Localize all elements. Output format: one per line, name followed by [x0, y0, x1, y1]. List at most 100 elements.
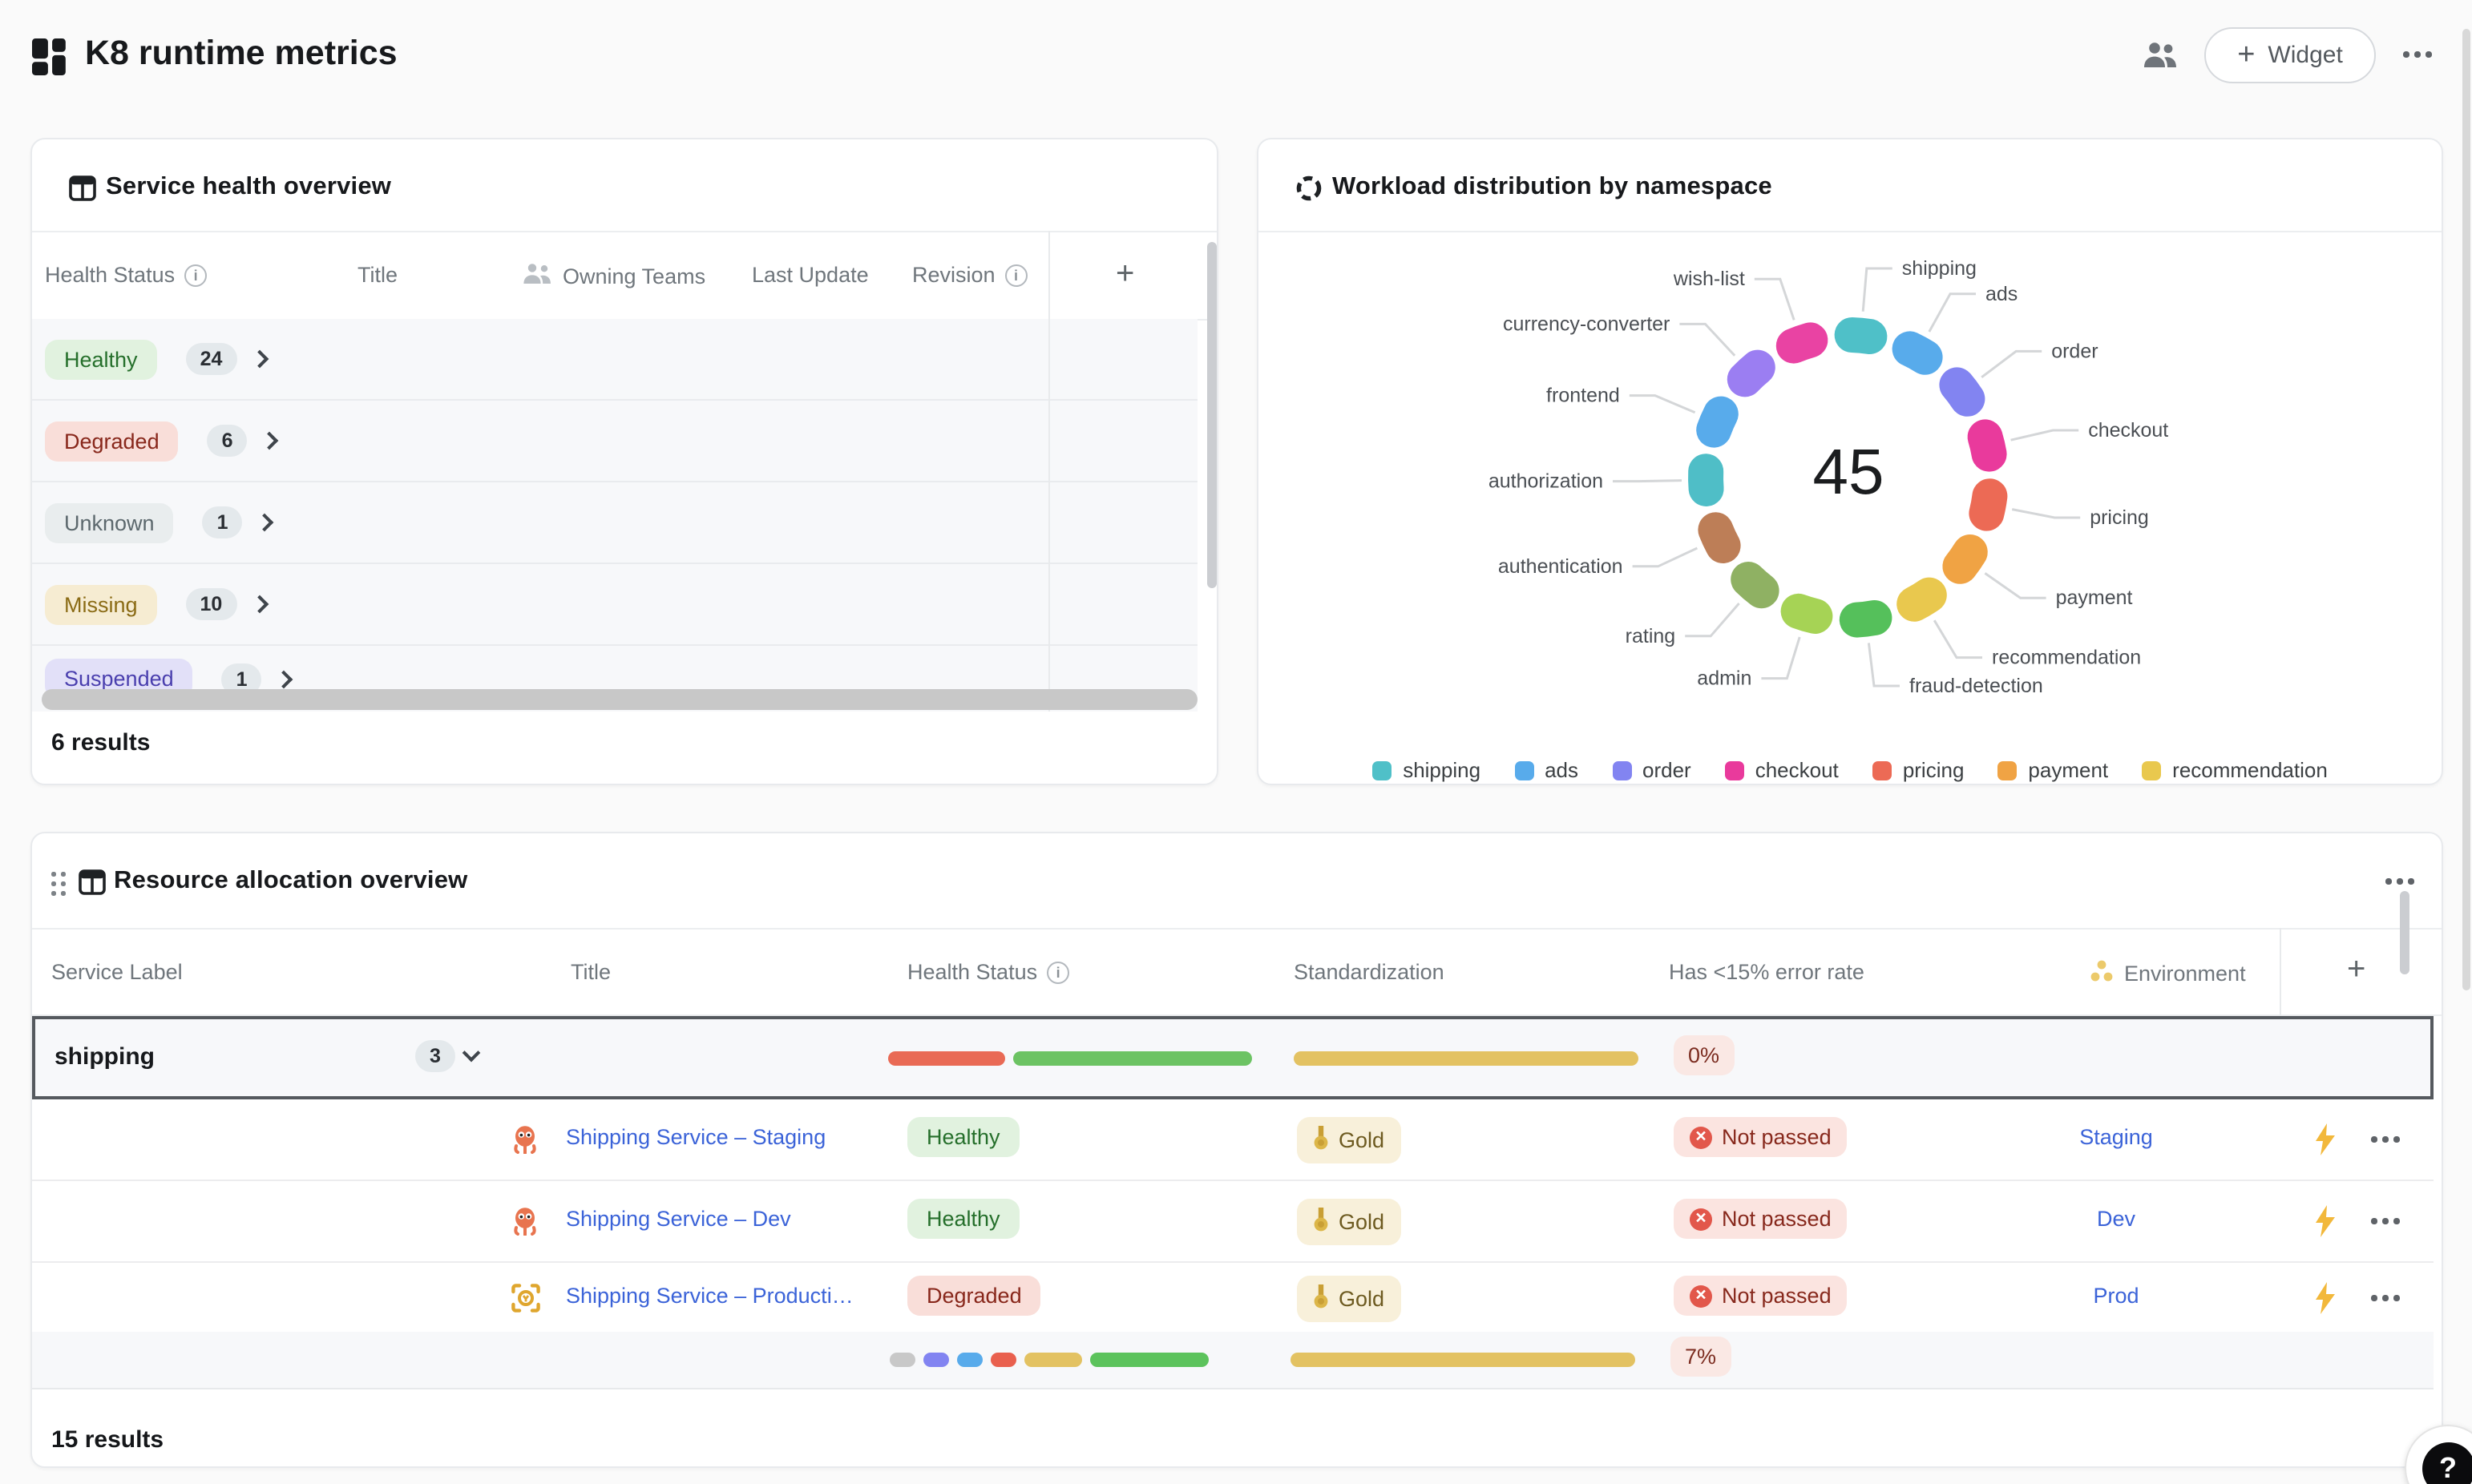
status-badge: Missing: [45, 584, 157, 624]
error-badge: ✕ Not passed: [1674, 1117, 1848, 1157]
col-environment[interactable]: Environment: [2090, 960, 2246, 987]
add-column-button[interactable]: +: [1116, 256, 1134, 293]
col-title[interactable]: Title: [571, 960, 611, 984]
donut-label-shipping: shipping: [1902, 257, 1977, 280]
vertical-scrollbar-thumb[interactable]: [2400, 891, 2409, 974]
col-title[interactable]: Title: [357, 263, 398, 287]
col-last-update[interactable]: Last Update: [752, 263, 869, 287]
legend-item-shipping[interactable]: shipping: [1372, 758, 1480, 782]
col-error-rate[interactable]: Has <15% error rate: [1669, 960, 1864, 984]
group-count-badge[interactable]: 3: [415, 1040, 455, 1072]
row-overflow-menu[interactable]: [2371, 1295, 2399, 1301]
donut-segment-order[interactable]: [1957, 385, 1967, 398]
environment-link[interactable]: Dev: [2020, 1207, 2212, 1231]
drag-handle-icon[interactable]: [51, 872, 65, 895]
page-scrollbar-thumb[interactable]: [2462, 29, 2470, 990]
info-icon[interactable]: i: [1047, 961, 1069, 983]
label-leader-line: [1630, 396, 1695, 413]
group-row-shipping[interactable]: shipping 3 0%: [32, 1016, 2434, 1099]
donut-segment-frontend[interactable]: [1714, 414, 1721, 430]
service-row-production[interactable]: Shipping Service – Producti… Degraded Go…: [32, 1263, 2434, 1332]
error-badge: ✕ Not passed: [1674, 1276, 1848, 1316]
donut-segment-ads[interactable]: [1910, 349, 1925, 357]
donut-segment-checkout[interactable]: [1985, 437, 1989, 454]
donut-segment-fraud-detection[interactable]: [1857, 618, 1875, 620]
horizontal-scrollbar-thumb[interactable]: [42, 689, 1198, 710]
share-users-icon[interactable]: [2143, 42, 2179, 77]
add-column-button[interactable]: +: [2347, 952, 2365, 989]
donut-segment-recommendation[interactable]: [1914, 595, 1929, 604]
count-badge[interactable]: 10: [186, 588, 237, 620]
lightning-icon[interactable]: [2313, 1282, 2337, 1322]
table-row-degraded[interactable]: Degraded 6: [32, 401, 1198, 482]
table-row-unknown[interactable]: Unknown 1: [32, 482, 1198, 564]
environment-link[interactable]: Staging: [2020, 1125, 2212, 1149]
service-link[interactable]: Shipping Service – Staging: [566, 1125, 826, 1149]
count-badge[interactable]: 6: [208, 425, 248, 457]
page-overflow-menu[interactable]: [2403, 51, 2431, 57]
legend-label: shipping: [1403, 758, 1480, 782]
table-widget-icon: [69, 175, 96, 210]
service-link[interactable]: Shipping Service – Dev: [566, 1207, 791, 1231]
legend-label: pricing: [1903, 758, 1965, 782]
legend-item-recommendation[interactable]: recommendation: [2142, 758, 2328, 782]
error-rate-badge: 0%: [1674, 1035, 1734, 1075]
row-overflow-menu[interactable]: [2371, 1136, 2399, 1142]
donut-segment-wish-list[interactable]: [1794, 340, 1811, 345]
health-badge: Degraded: [907, 1276, 1041, 1316]
x-circle-icon: ✕: [1690, 1284, 1712, 1307]
col-service-label[interactable]: Service Label: [51, 960, 183, 984]
col-health-status[interactable]: Health Statusi: [45, 263, 207, 287]
chevron-right-icon[interactable]: [261, 432, 279, 450]
health-badge: Healthy: [907, 1117, 1020, 1157]
environment-link[interactable]: Prod: [2020, 1284, 2212, 1308]
donut-segment-authentication[interactable]: [1715, 530, 1723, 546]
vertical-scrollbar-thumb[interactable]: [1207, 242, 1217, 588]
page-scrollbar[interactable]: [2462, 0, 2472, 1484]
info-icon[interactable]: i: [1005, 264, 1028, 286]
label-leader-line: [1934, 620, 1982, 657]
donut-label-wish-list: wish-list: [1673, 268, 1745, 290]
count-badge[interactable]: 1: [203, 506, 243, 538]
label-leader-line: [1863, 268, 1892, 312]
col-standardization[interactable]: Standardization: [1294, 960, 1444, 984]
donut-segment-rating[interactable]: [1748, 579, 1761, 591]
legend-item-pricing[interactable]: pricing: [1872, 758, 1965, 782]
donut-segment-shipping[interactable]: [1852, 335, 1870, 337]
donut-segment-authorization[interactable]: [1706, 471, 1707, 489]
col-revision[interactable]: Revisioni: [912, 263, 1028, 287]
table-row-healthy[interactable]: Healthy 24: [32, 319, 1198, 401]
card-overflow-menu[interactable]: [2385, 878, 2413, 884]
legend-item-ads[interactable]: ads: [1514, 758, 1578, 782]
col-owning-teams[interactable]: Owning Teams: [523, 263, 705, 290]
col-health-status[interactable]: Health Statusi: [907, 960, 1069, 984]
chevron-down-icon[interactable]: [462, 1044, 481, 1063]
legend-item-payment[interactable]: payment: [1997, 758, 2108, 782]
count-badge[interactable]: 24: [186, 343, 237, 375]
chevron-right-icon[interactable]: [250, 350, 269, 369]
legend-item-checkout[interactable]: checkout: [1725, 758, 1839, 782]
chevron-right-icon[interactable]: [250, 595, 269, 614]
service-link[interactable]: Shipping Service – Producti…: [566, 1284, 854, 1308]
lightning-icon[interactable]: [2313, 1123, 2337, 1163]
dashboard-page: K8 runtime metrics + Widget Service heal…: [0, 0, 2472, 1484]
donut-label-recommendation: recommendation: [1992, 647, 2141, 669]
row-overflow-menu[interactable]: [2371, 1218, 2399, 1224]
add-widget-button[interactable]: + Widget: [2204, 27, 2376, 83]
chevron-right-icon[interactable]: [275, 670, 293, 688]
partial-group-row[interactable]: 7%: [32, 1332, 2434, 1389]
donut-segment-pricing[interactable]: [1986, 496, 1989, 513]
lightning-icon[interactable]: [2313, 1205, 2337, 1245]
legend-item-order[interactable]: order: [1612, 758, 1691, 782]
donut-segment-currency-converter[interactable]: [1745, 368, 1758, 380]
legend-label: ads: [1545, 758, 1578, 782]
service-row-dev[interactable]: Shipping Service – Dev Healthy Gold ✕ No…: [32, 1181, 2434, 1263]
donut-segment-payment[interactable]: [1960, 552, 1969, 567]
octopus-icon: [511, 1207, 539, 1244]
chevron-right-icon[interactable]: [256, 514, 274, 532]
table-row-missing[interactable]: Missing 10: [32, 564, 1198, 646]
donut-segment-admin[interactable]: [1799, 611, 1816, 616]
info-icon[interactable]: i: [184, 264, 207, 286]
service-row-staging[interactable]: Shipping Service – Staging Healthy Gold …: [32, 1099, 2434, 1181]
label-leader-line: [1685, 603, 1739, 636]
